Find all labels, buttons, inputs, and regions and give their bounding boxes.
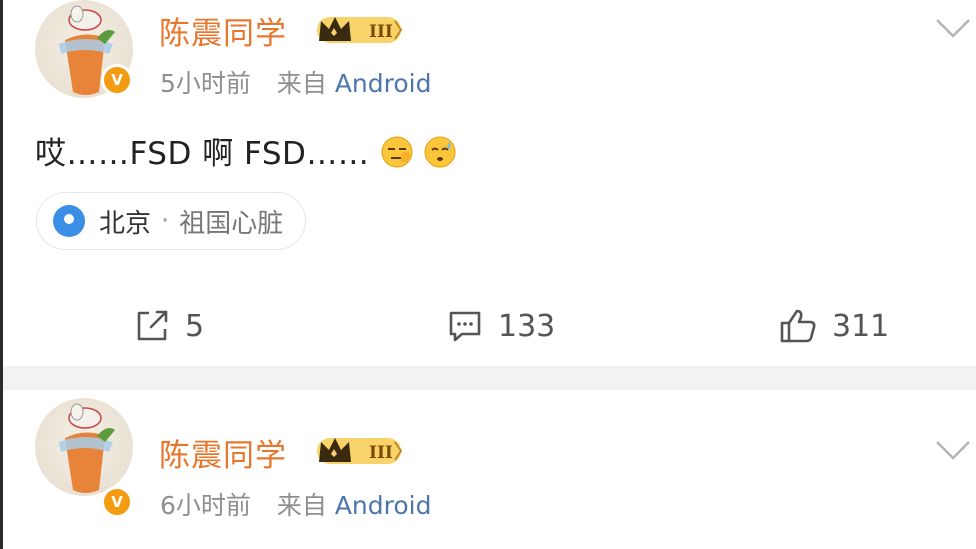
location-separator: · [161,206,170,236]
username[interactable]: 陈震同学 [159,8,287,53]
post-meta: 5小时前 来自 Android [160,64,431,100]
location-tag[interactable]: 北京 · 祖国心脏 [36,192,307,250]
weibo-post[interactable]: V 陈震同学 III 5小时前 来自 Android 哎……FSD 啊 FSD…… [3,0,976,366]
post-source[interactable]: Android [335,69,432,98]
svg-text:III: III [369,443,393,463]
like-icon [780,309,816,343]
action-bar: 5 133 311 [3,304,976,348]
location-description: 祖国心脏 [179,208,284,239]
chevron-down-icon[interactable] [933,16,973,40]
repost-button[interactable]: 5 [133,304,204,348]
post-divider [3,366,976,390]
chevron-down-icon[interactable] [933,438,973,462]
location-city: 北京 [99,208,152,239]
post-time: 5小时前 [160,69,251,98]
verified-badge-icon: V [101,64,133,96]
like-count: 311 [832,308,890,344]
username[interactable]: 陈震同学 [159,430,287,475]
post-time: 6小时前 [160,491,251,520]
verified-badge-icon: V [101,486,133,518]
repost-count: 5 [185,308,205,344]
sweat-emoji-icon [424,136,456,168]
crown-rank-icon[interactable]: III [315,432,407,468]
source-prefix: 来自 [276,69,327,98]
comment-count: 133 [498,308,556,344]
weibo-post[interactable]: V 陈震同学 III 6小时前 来自 Android [3,390,976,549]
post-content: 哎……FSD 啊 FSD…… [35,128,456,173]
avatar[interactable] [35,398,133,496]
location-pin-icon [53,205,85,237]
svg-text:III: III [369,22,393,42]
crown-rank-icon[interactable]: III [315,11,407,47]
source-prefix: 来自 [276,491,327,520]
post-text: 哎……FSD 啊 FSD…… [35,136,370,172]
post-source[interactable]: Android [335,491,432,520]
like-button[interactable]: 311 [778,304,889,348]
comment-icon [449,311,481,342]
post-meta: 6小时前 来自 Android [160,486,431,522]
comment-button[interactable]: 133 [446,304,555,348]
awkward-emoji-icon [381,136,413,168]
repost-icon [137,310,168,341]
